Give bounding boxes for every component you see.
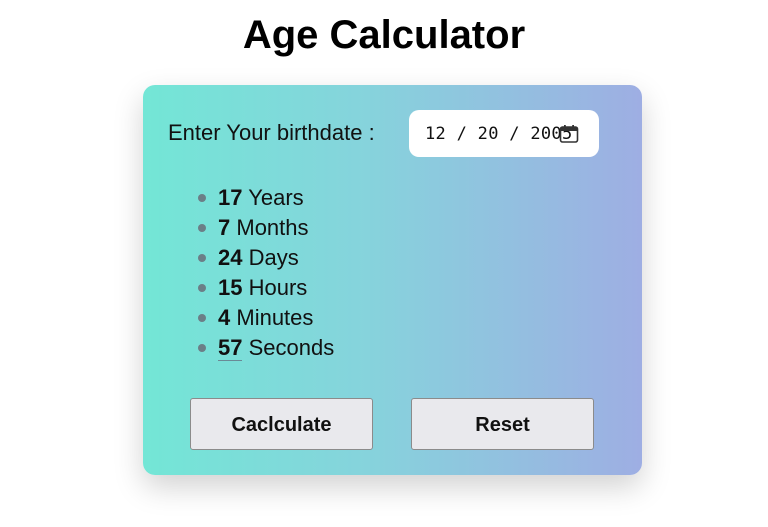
hours-unit: Hours bbox=[248, 275, 308, 300]
bullet-icon bbox=[198, 254, 206, 262]
days-unit: Days bbox=[248, 245, 299, 270]
minutes-unit: Minutes bbox=[236, 305, 314, 330]
birthdate-label: Enter Your birthdate : bbox=[168, 120, 375, 145]
seconds-unit: Seconds bbox=[248, 335, 335, 360]
minutes-value: 4 bbox=[218, 305, 231, 330]
results-list: 17 Years 7 Months 24 Days 15 Hours 4 Min… bbox=[195, 183, 334, 363]
list-item: 15 Hours bbox=[195, 273, 334, 303]
years-value: 17 bbox=[218, 185, 243, 210]
list-item: 24 Days bbox=[195, 243, 334, 273]
calculator-card: Enter Your birthdate : 12 / 20 / 2005 17… bbox=[143, 85, 642, 475]
days-value: 24 bbox=[218, 245, 243, 270]
birthdate-value: 12 / 20 / 2005 bbox=[425, 123, 573, 144]
reset-button[interactable]: Reset bbox=[411, 398, 594, 450]
list-item: 4 Minutes bbox=[195, 303, 334, 333]
bullet-icon bbox=[198, 314, 206, 322]
months-unit: Months bbox=[236, 215, 309, 240]
months-value: 7 bbox=[218, 215, 231, 240]
hours-value: 15 bbox=[218, 275, 243, 300]
bullet-icon bbox=[198, 284, 206, 292]
page-title: Age Calculator bbox=[242, 13, 526, 57]
calculate-button[interactable]: Caclculate bbox=[190, 398, 373, 450]
bullet-icon bbox=[198, 194, 206, 202]
list-item: 57 Seconds bbox=[195, 333, 334, 363]
seconds-value: 57 bbox=[218, 335, 243, 361]
page: Age Calculator Enter Your birthdate : 12… bbox=[0, 0, 768, 527]
birthdate-input[interactable]: 12 / 20 / 2005 bbox=[409, 110, 599, 157]
bullet-icon bbox=[198, 344, 206, 352]
calendar-icon[interactable] bbox=[559, 124, 579, 144]
list-item: 7 Months bbox=[195, 213, 334, 243]
years-unit: Years bbox=[248, 185, 304, 210]
list-item: 17 Years bbox=[195, 183, 334, 213]
bullet-icon bbox=[198, 224, 206, 232]
